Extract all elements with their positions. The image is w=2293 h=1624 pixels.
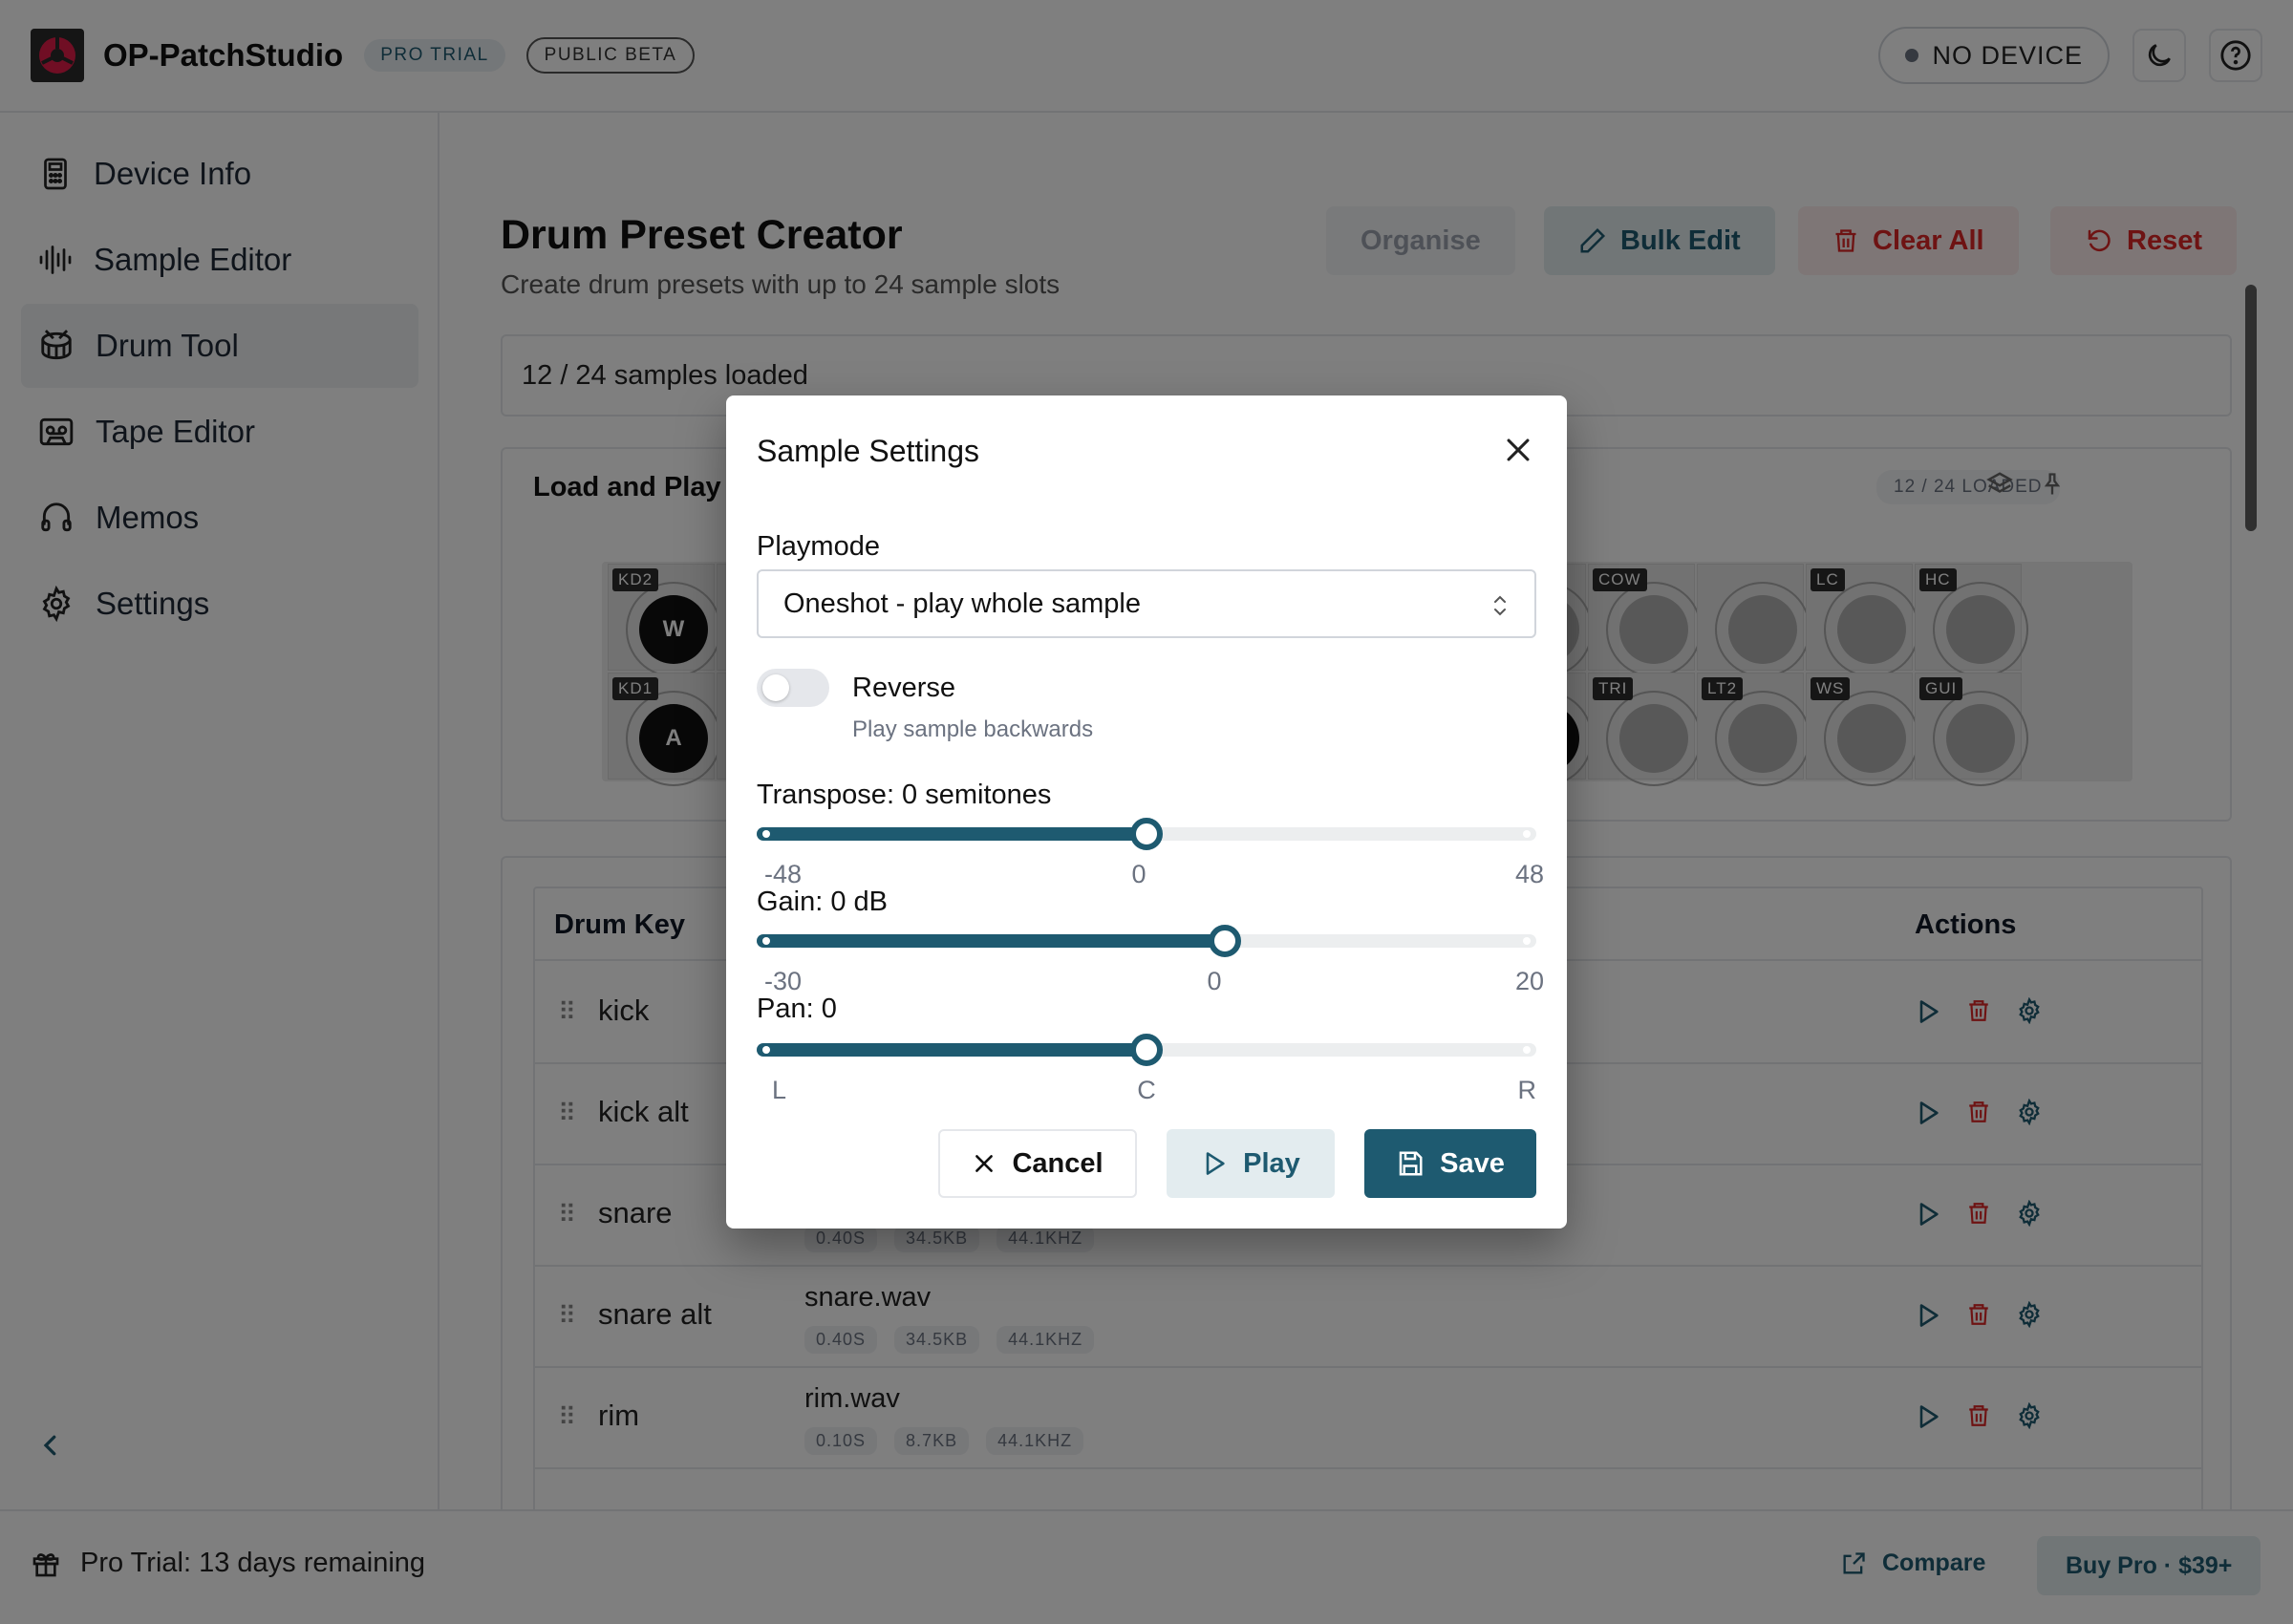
- gain-label: Gain: 0 dB: [757, 887, 889, 917]
- play-button[interactable]: Play: [1167, 1129, 1335, 1198]
- tick-min: -30: [764, 967, 803, 995]
- sample-settings-dialog: Sample Settings Playmode Oneshot - play …: [726, 395, 1567, 1229]
- slider-start-dot: [762, 830, 770, 838]
- slider-thumb[interactable]: [1130, 1034, 1163, 1066]
- reverse-toggle[interactable]: [757, 669, 829, 707]
- toggle-knob: [762, 674, 789, 701]
- slider-end-dot: [1523, 1046, 1531, 1054]
- playmode-value: Oneshot - play whole sample: [783, 588, 1141, 619]
- pan-label: Pan: 0: [757, 994, 837, 1024]
- chevron-updown-icon: [1494, 595, 1506, 616]
- slider-fill: [757, 1043, 1146, 1057]
- tick-max: 48: [1514, 860, 1544, 888]
- tick-max: 20: [1514, 967, 1544, 995]
- slider-fill: [757, 827, 1146, 841]
- playmode-label: Playmode: [757, 531, 880, 562]
- slider-thumb[interactable]: [1208, 925, 1241, 957]
- slider-end-dot: [1523, 830, 1531, 838]
- playmode-select[interactable]: Oneshot - play whole sample: [757, 569, 1536, 638]
- tick-mid: 0: [1207, 967, 1222, 995]
- slider-fill: [757, 934, 1225, 948]
- tick-min: L: [772, 1076, 787, 1104]
- tick-mid: C: [1137, 1076, 1156, 1104]
- close-icon: [975, 1155, 994, 1172]
- tick-max: R: [1517, 1076, 1537, 1104]
- slider-thumb[interactable]: [1130, 818, 1163, 850]
- slider-end-dot: [1523, 937, 1531, 945]
- reverse-description: Play sample backwards: [852, 716, 1094, 742]
- pan-ticks: L C R: [749, 1076, 1544, 1108]
- scrollbar-thumb[interactable]: [2245, 285, 2257, 531]
- save-button[interactable]: Save: [1364, 1129, 1536, 1198]
- transpose-slider[interactable]: [757, 818, 1536, 850]
- tick-mid: 0: [1131, 860, 1146, 888]
- pan-slider[interactable]: [757, 1034, 1536, 1066]
- cancel-label: Cancel: [1012, 1147, 1104, 1179]
- dialog-title: Sample Settings: [757, 434, 980, 468]
- gain-slider[interactable]: [757, 925, 1536, 957]
- save-icon: [1399, 1151, 1423, 1176]
- cancel-button[interactable]: Cancel: [938, 1129, 1137, 1198]
- save-label: Save: [1440, 1147, 1505, 1179]
- close-button[interactable]: [1502, 434, 1534, 471]
- transpose-label: Transpose: 0 semitones: [757, 780, 1052, 810]
- close-icon: [1507, 438, 1530, 461]
- reverse-label: Reverse: [852, 673, 955, 703]
- play-icon: [1206, 1152, 1225, 1175]
- slider-start-dot: [762, 937, 770, 945]
- play-label: Play: [1243, 1147, 1300, 1179]
- tick-min: -48: [764, 860, 803, 888]
- gain-ticks: -30 0 20: [749, 967, 1544, 999]
- slider-start-dot: [762, 1046, 770, 1054]
